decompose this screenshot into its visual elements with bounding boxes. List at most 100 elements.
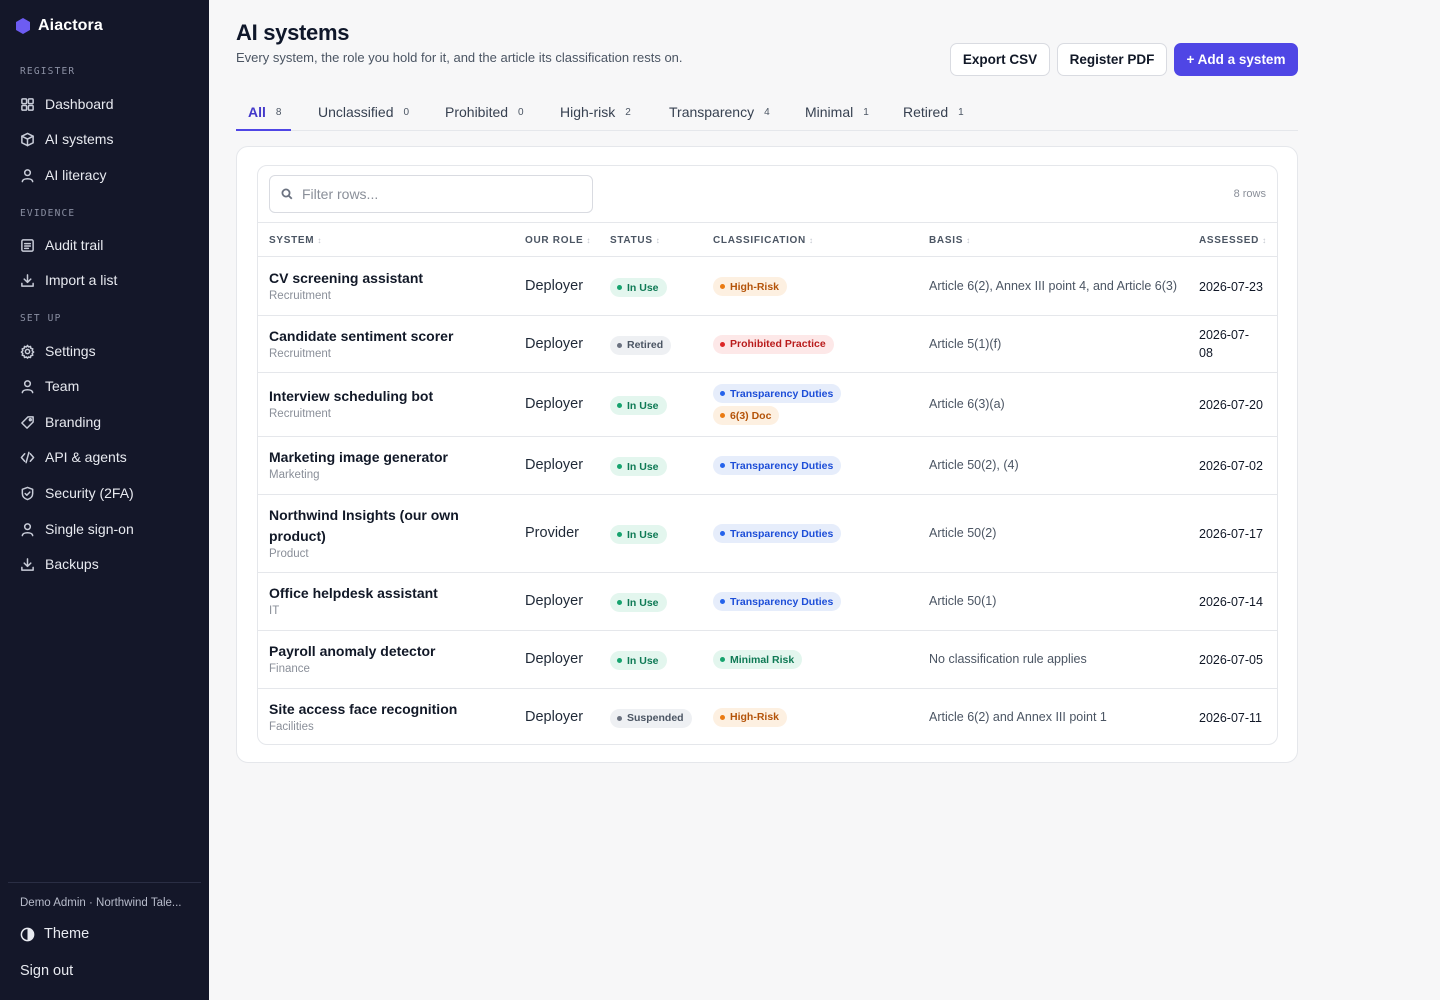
- classification-cell: Transparency Duties: [713, 592, 842, 611]
- pill-label: Minimal Risk: [730, 653, 795, 666]
- sidebar-item-security[interactable]: Security (2FA): [20, 483, 134, 503]
- column-label: ASSESSED: [1199, 235, 1260, 246]
- tab-count: 2: [625, 107, 631, 118]
- pill-label: High-Risk: [730, 711, 780, 723]
- list-icon: [21, 238, 34, 252]
- status-dot-icon: [617, 464, 622, 469]
- sidebar-item-backups[interactable]: Backups: [20, 554, 99, 574]
- sidebar-item-api-agents[interactable]: API & agents: [20, 447, 127, 467]
- table-row[interactable]: Candidate sentiment scorer Recruitment Dep…: [258, 316, 1277, 373]
- status-dot-icon: [720, 714, 725, 720]
- tab-count: 0: [518, 107, 524, 118]
- sidebar-item-label: Branding: [45, 414, 102, 430]
- status-badge: Retired: [610, 335, 672, 355]
- system-name[interactable]: Office helpdesk assistant: [269, 583, 489, 604]
- tab-minimal[interactable]: Minimal 1: [805, 96, 869, 131]
- theme-toggle[interactable]: Theme: [20, 926, 89, 942]
- tab-high-risk[interactable]: High-risk 2: [560, 96, 631, 131]
- tab-transparency[interactable]: Transparency 4: [669, 96, 770, 131]
- status-dot-icon: [617, 342, 622, 348]
- sidebar-divider: [8, 882, 201, 883]
- pill-label: In Use: [627, 460, 659, 473]
- system-department: Product: [269, 548, 309, 560]
- system-cell: CV screening assistant Recruitment: [269, 268, 489, 302]
- table-row[interactable]: Payroll anomaly detector Finance Deployer I…: [258, 631, 1277, 689]
- tab-label: Minimal: [805, 104, 854, 120]
- table-row[interactable]: CV screening assistant Recruitment Deploye…: [258, 258, 1277, 316]
- pill-label: In Use: [627, 596, 659, 609]
- table-row[interactable]: Site access face recognition Facilities De…: [258, 689, 1277, 744]
- system-name[interactable]: Interview scheduling bot: [269, 386, 489, 407]
- status-badge: In Use: [610, 593, 667, 612]
- sidebar-item-ai-systems[interactable]: AI systems: [20, 129, 113, 149]
- sidebar-item-team[interactable]: Team: [20, 376, 79, 396]
- column-header-classification[interactable]: CLASSIFICATION ↕: [713, 235, 814, 246]
- register-pdf-button[interactable]: Register PDF: [1057, 43, 1167, 76]
- system-name[interactable]: Candidate sentiment scorer: [269, 326, 489, 347]
- column-header-status[interactable]: STATUS ↕: [610, 235, 660, 246]
- status-dot-icon: [720, 391, 725, 396]
- status-dot-icon: [617, 658, 622, 663]
- systems-table: 8 rows SYSTEM↕ OUR ROLE↕ STATUS↕ CLASSIF…: [257, 165, 1278, 745]
- sidebar-item-sso[interactable]: Single sign-on: [20, 519, 134, 539]
- sign-out-link[interactable]: Sign out: [20, 963, 73, 979]
- system-name[interactable]: Payroll anomaly detector: [269, 641, 489, 662]
- table-header: SYSTEM ↕ OUR ROLE ↕ STATUS ↕ CLASSIFICATION…: [258, 223, 1277, 257]
- system-cell: Payroll anomaly detector Finance: [269, 641, 489, 675]
- column-header-basis[interactable]: BASIS ↕: [929, 235, 971, 246]
- sidebar-item-branding[interactable]: Branding: [20, 412, 101, 432]
- table-row[interactable]: Interview scheduling bot Recruitment Deplo…: [258, 373, 1277, 437]
- export-csv-button[interactable]: Export CSV: [950, 43, 1050, 76]
- brand[interactable]: Aiactora: [16, 17, 103, 35]
- table-row[interactable]: Northwind Insights (our own product) Prod…: [258, 495, 1277, 573]
- system-name[interactable]: Marketing image generator: [269, 447, 489, 468]
- filter-input[interactable]: [302, 186, 582, 202]
- pill-label: Prohibited Practice: [730, 338, 826, 350]
- system-department: Recruitment: [269, 347, 331, 360]
- table-row[interactable]: Marketing image generator Marketing Deploy…: [258, 437, 1277, 495]
- sidebar-item-audit-trail[interactable]: Audit trail: [20, 235, 103, 255]
- role-cell: Deployer: [525, 335, 584, 352]
- column-header-role[interactable]: OUR ROLE ↕: [525, 235, 591, 246]
- status-dot-icon: [720, 599, 725, 604]
- table-row[interactable]: Office helpdesk assistant IT Deployer In Us…: [258, 573, 1277, 631]
- search-icon: [281, 188, 293, 200]
- sidebar-item-settings[interactable]: Settings: [20, 341, 96, 361]
- sidebar-item-dashboard[interactable]: Dashboard: [20, 94, 114, 114]
- search-box[interactable]: [269, 175, 593, 213]
- system-name[interactable]: CV screening assistant: [269, 268, 489, 289]
- system-cell: Northwind Insights (our own product) Prod…: [269, 505, 489, 560]
- basis-cell: No classification rule applies: [929, 652, 1087, 666]
- tab-prohibited[interactable]: Prohibited 0: [445, 96, 524, 131]
- tab-unclassified[interactable]: Unclassified 0: [318, 96, 409, 131]
- sidebar-item-label: Team: [45, 378, 80, 394]
- status-dot-icon: [617, 600, 622, 605]
- add-system-button[interactable]: + Add a system: [1174, 43, 1298, 76]
- basis-cell: Article 6(3)(a): [929, 397, 1005, 411]
- role-cell: Deployer: [525, 457, 584, 473]
- status-badge: In Use: [610, 278, 667, 297]
- system-cell: Candidate sentiment scorer Recruitment: [269, 326, 489, 360]
- status-dot-icon: [720, 657, 725, 662]
- sidebar-item-import[interactable]: Import a list: [20, 270, 117, 290]
- sidebar-item-label: Dashboard: [45, 96, 114, 112]
- current-user: Demo Admin · Northwind Tale...: [20, 897, 182, 909]
- sidebar: Aiactora REGISTER Dashboard AI systems A…: [0, 0, 209, 1000]
- nav-section-evidence: EVIDENCE: [20, 208, 76, 219]
- basis-cell: Article 50(2), (4): [929, 458, 1019, 472]
- classification-cell: Prohibited Practice: [713, 334, 834, 354]
- column-header-assessed[interactable]: ASSESSED ↕: [1199, 235, 1267, 246]
- pill-label: In Use: [627, 399, 659, 412]
- classification-cell: Transparency Duties: [713, 456, 842, 475]
- system-department: Marketing: [269, 469, 320, 481]
- sidebar-item-ai-literacy[interactable]: AI literacy: [20, 165, 106, 185]
- basis-cell: Article 5(1)(f): [929, 336, 1002, 351]
- tab-all[interactable]: All 8: [236, 96, 292, 131]
- classification-cell: High-Risk: [713, 707, 788, 727]
- system-name[interactable]: Northwind Insights (our own product): [269, 505, 489, 547]
- status-dot-icon: [617, 285, 622, 290]
- status-badge: In Use: [610, 651, 667, 670]
- tab-retired[interactable]: Retired 1: [903, 96, 964, 131]
- column-header-system[interactable]: SYSTEM ↕: [269, 235, 322, 246]
- system-name[interactable]: Site access face recognition: [269, 699, 489, 720]
